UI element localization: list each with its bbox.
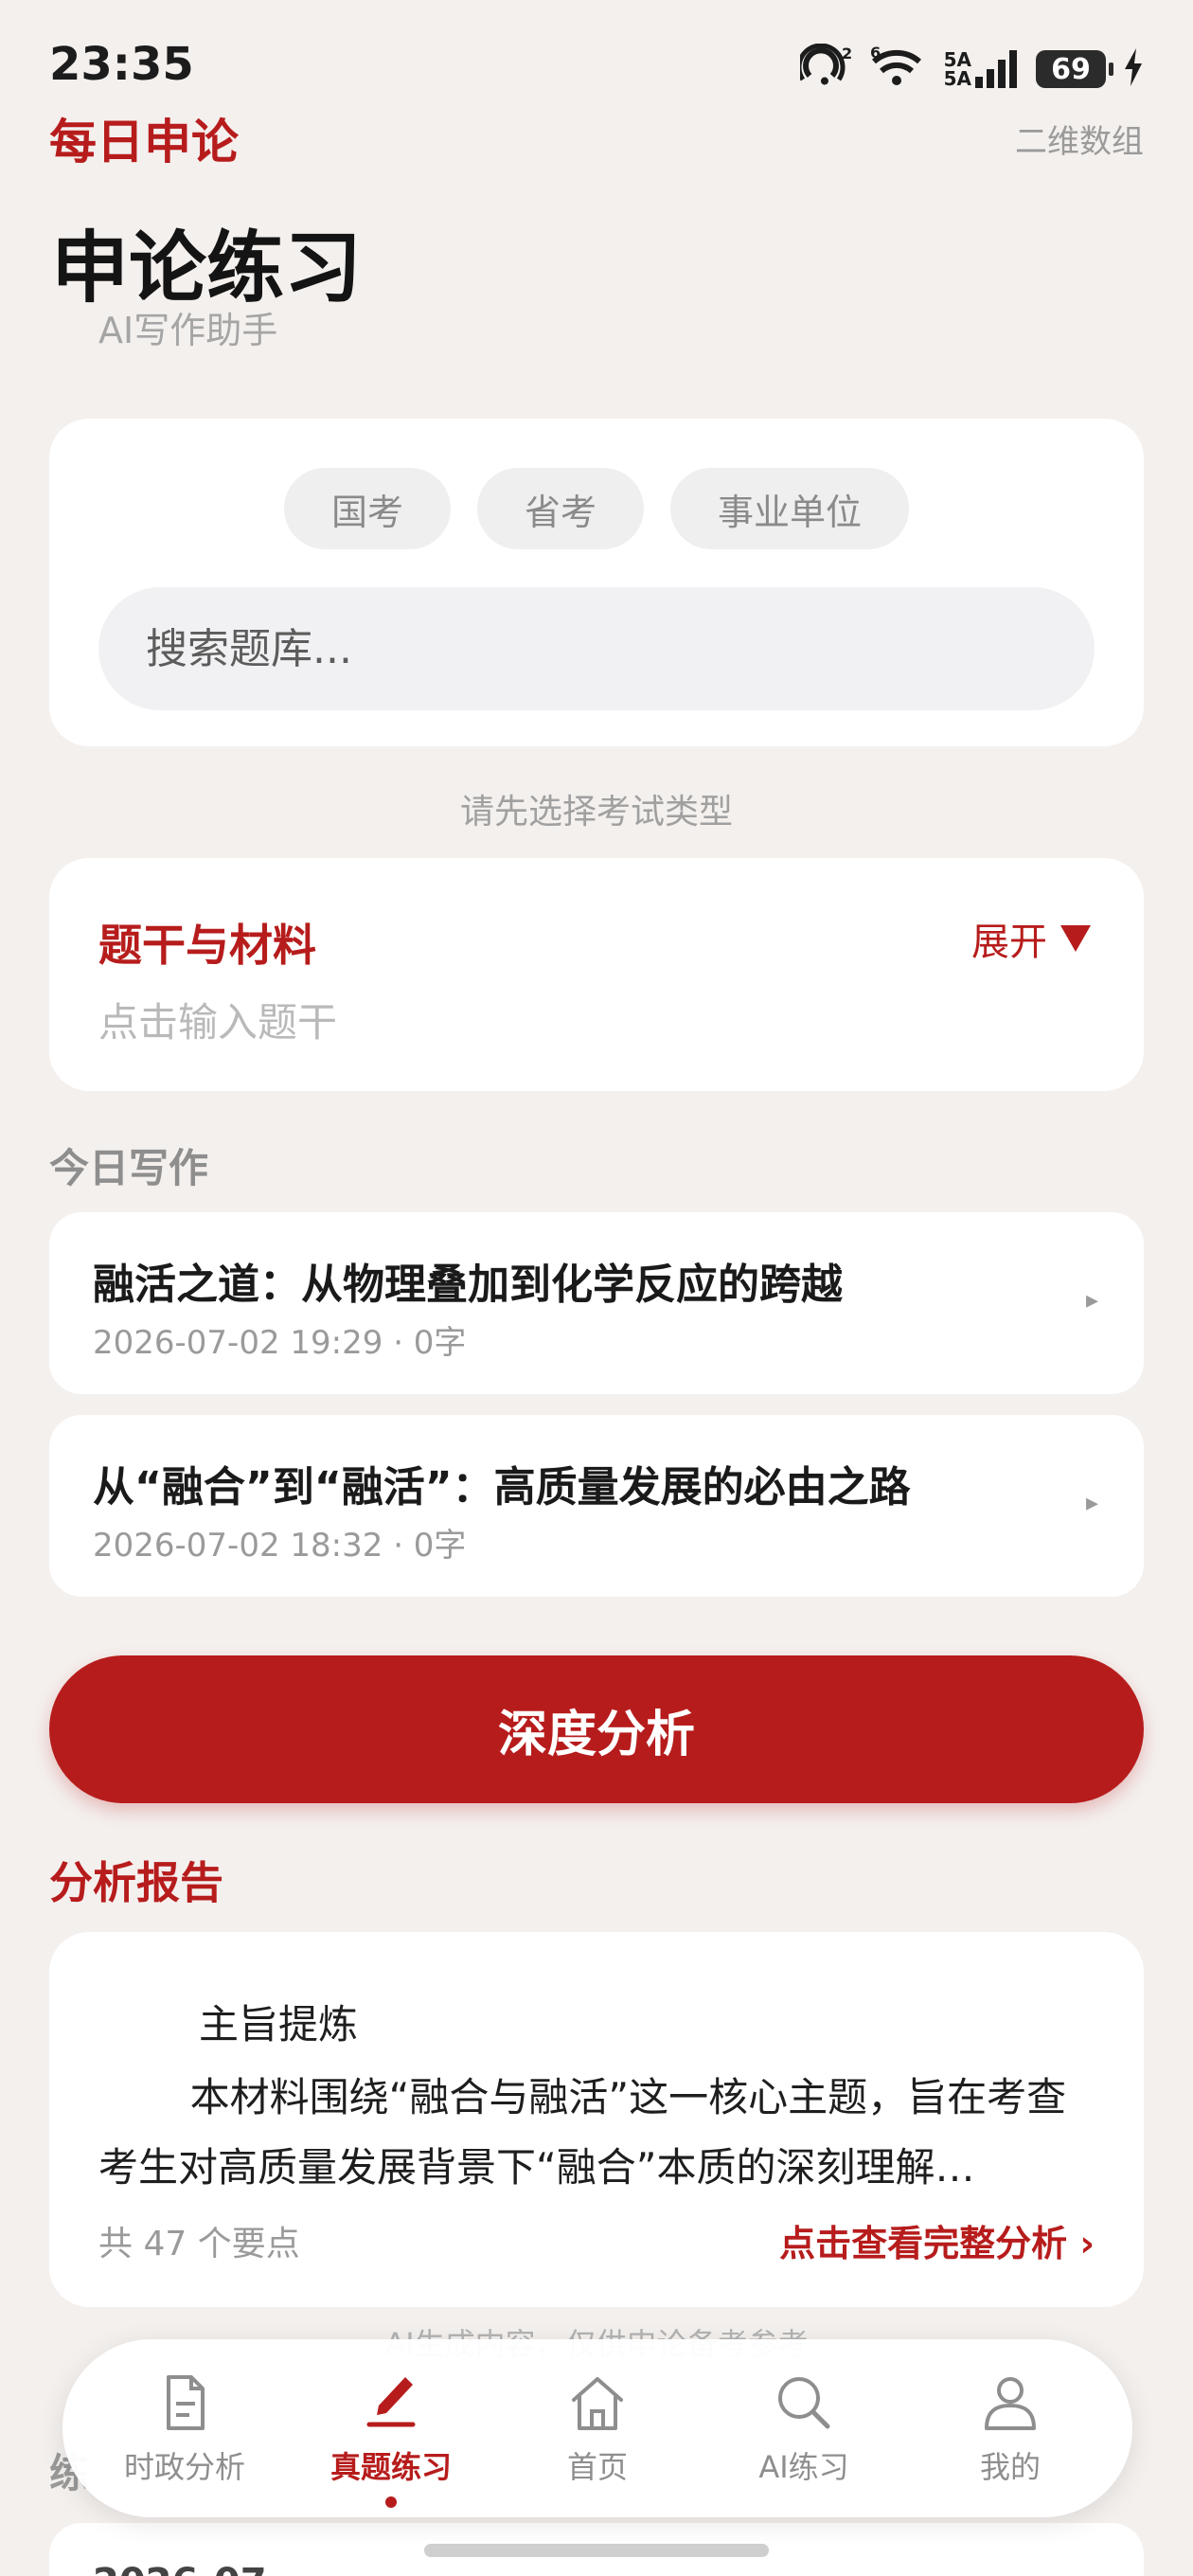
- signal-label-bottom: 5A: [943, 67, 971, 90]
- signal-label-top: 5A: [943, 48, 971, 71]
- search-input[interactable]: [98, 587, 1095, 710]
- charging-icon: [1123, 48, 1144, 90]
- search-card: 国考 省考 事业单位: [49, 419, 1144, 746]
- nav-label: 首页: [566, 2449, 628, 2485]
- exam-type-chip-provincial[interactable]: 省考: [476, 468, 644, 549]
- material-card[interactable]: 题干与材料 展开 点击输入题干: [49, 858, 1144, 1091]
- nav-item-home[interactable]: 首页: [503, 2370, 692, 2487]
- app-brand: 每日申论: [49, 115, 239, 170]
- svg-text:2: 2: [842, 45, 852, 63]
- pen-icon: [366, 2377, 416, 2427]
- chevron-right-icon: ▸: [1085, 1286, 1098, 1315]
- writing-title: 融活之道：从物理叠加到化学反应的跨越: [93, 1261, 843, 1309]
- status-icons: 2 6 5A 5A 69: [796, 43, 1144, 95]
- today-writing-heading: 今日写作: [49, 1145, 209, 1191]
- next-section-card-text: 2026-07: [93, 2561, 267, 2576]
- exam-type-chip-national[interactable]: 国考: [283, 468, 451, 549]
- nav-item-current-affairs[interactable]: 时政分析: [90, 2370, 279, 2487]
- home-indicator[interactable]: [424, 2544, 769, 2557]
- search-icon: [778, 2377, 830, 2429]
- exam-type-chips: 国考 省考 事业单位: [49, 468, 1144, 549]
- svg-text:6: 6: [870, 46, 881, 62]
- exam-type-hint: 请先选择考试类型: [459, 793, 733, 832]
- home-icon: [572, 2377, 623, 2430]
- writing-meta: 2026-07-02 18:32 · 0字: [93, 1527, 467, 1565]
- writing-list-item[interactable]: 融活之道：从物理叠加到化学反应的跨越 2026-07-02 19:29 · 0字…: [49, 1212, 1144, 1394]
- exam-type-chip-public-institution[interactable]: 事业单位: [670, 468, 910, 549]
- chevron-right-icon: ▸: [1085, 1489, 1098, 1517]
- triangle-down-icon: [1060, 925, 1091, 952]
- material-title: 题干与材料: [98, 920, 316, 971]
- report-card[interactable]: 主旨提炼 本材料围绕“融合与融活”这一核心主题，旨在考查考生对高质量发展背景下“…: [49, 1932, 1144, 2307]
- material-expand-toggle[interactable]: 展开: [971, 911, 1091, 966]
- person-icon: [985, 2377, 1036, 2430]
- header-right-label[interactable]: 二维数组: [1015, 116, 1144, 162]
- page-subtitle: AI写作助手: [98, 310, 278, 351]
- nav-item-past-exams[interactable]: 真题练习: [296, 2370, 486, 2508]
- material-input-placeholder[interactable]: 点击输入题干: [98, 991, 337, 1048]
- nav-label: 真题练习: [329, 2449, 452, 2485]
- nav-item-ai-practice[interactable]: AI练习: [709, 2370, 899, 2487]
- cellular-signal-icon: 5A 5A: [944, 50, 1019, 88]
- active-indicator-dot: [385, 2496, 397, 2508]
- report-body: 本材料围绕“融合与融活”这一核心主题，旨在考查考生对高质量发展背景下“融合”本质…: [98, 2074, 1067, 2191]
- battery-indicator: 69: [1036, 50, 1113, 88]
- status-time: 23:35: [49, 38, 194, 91]
- report-subtitle: 主旨提炼: [199, 2001, 359, 2048]
- expand-label: 展开: [971, 921, 1047, 964]
- nav-item-profile[interactable]: 我的: [916, 2370, 1105, 2487]
- document-icon: [167, 2375, 205, 2430]
- writing-list-item[interactable]: 从“融合”到“融活”：高质量发展的必由之路 2026-07-02 18:32 ·…: [49, 1415, 1144, 1597]
- report-heading: 分析报告: [49, 1857, 223, 1908]
- writing-meta: 2026-07-02 19:29 · 0字: [93, 1324, 467, 1362]
- deep-analysis-button[interactable]: 深度分析: [49, 1655, 1144, 1803]
- hotspot-icon: 2: [796, 43, 853, 95]
- writing-title: 从“融合”到“融活”：高质量发展的必由之路: [93, 1463, 911, 1512]
- view-full-analysis-link[interactable]: 点击查看完整分析 ›: [779, 2214, 1095, 2266]
- report-point-count: 共 47 个要点: [98, 2225, 300, 2263]
- wifi-icon: 6: [870, 44, 927, 92]
- nav-label: 时政分析: [123, 2449, 245, 2485]
- nav-label: 我的: [979, 2449, 1041, 2485]
- bottom-navigation: 时政分析 真题练习 首页 AI练习 我的: [62, 2339, 1132, 2517]
- nav-label: AI练习: [758, 2449, 849, 2485]
